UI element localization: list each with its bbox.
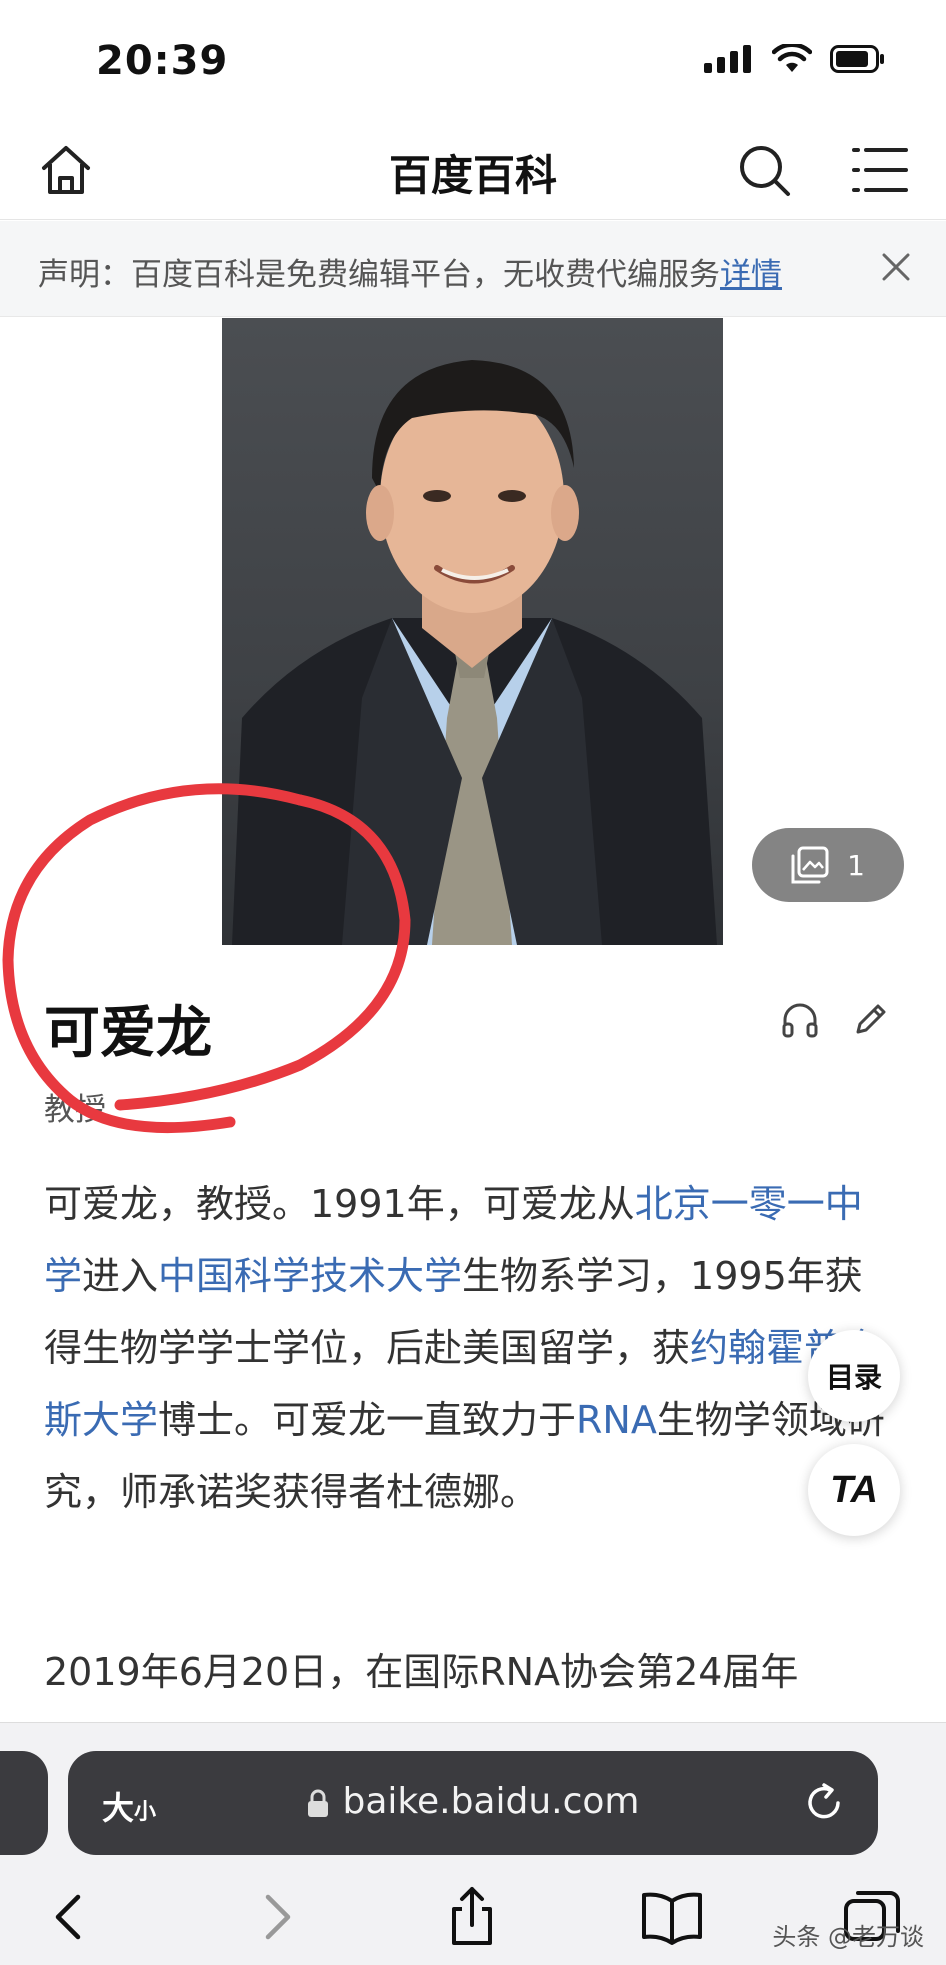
- disclaimer-text: 声明：百度百科是免费编辑平台，无收费代编服务详情: [38, 249, 782, 294]
- album-count: 1: [847, 848, 865, 882]
- app-header: 百度百科: [0, 120, 946, 220]
- entry-photo[interactable]: [222, 318, 723, 945]
- status-icons: [704, 44, 886, 74]
- portrait-image: [232, 360, 717, 945]
- back-icon[interactable]: [38, 1885, 102, 1949]
- url-display: baike.baidu.com: [68, 1781, 878, 1822]
- cellular-signal-icon: [704, 45, 751, 73]
- browser-bottom-bar: 大小 baike.baidu.com 头条 @老万谈: [0, 1722, 946, 1965]
- battery-icon: [830, 45, 884, 73]
- title-actions: [780, 1000, 890, 1040]
- inline-link[interactable]: RNA: [576, 1398, 657, 1442]
- album-button[interactable]: 1: [752, 828, 904, 902]
- details-link[interactable]: 详情: [720, 257, 782, 293]
- status-bar: 20:39: [0, 0, 946, 120]
- edit-pencil-icon[interactable]: [850, 1000, 890, 1040]
- reload-icon[interactable]: [800, 1779, 848, 1827]
- entry-subtitle: 教授: [44, 1092, 106, 1128]
- entry-title: 可爱龙: [44, 1001, 212, 1066]
- entry-paragraph-2: 2019年6月20日，在国际RNA协会第24届年: [44, 1650, 799, 1694]
- text-size-button[interactable]: TA: [808, 1444, 900, 1536]
- close-icon[interactable]: [874, 245, 918, 289]
- url-domain: baike.baidu.com: [342, 1781, 640, 1822]
- summary-text: 博士。可爱龙一直致力于: [158, 1398, 577, 1442]
- entry-summary: 可爱龙，教授。1991年，可爱龙从北京一零一中学进入中国科学技术大学生物系学习，…: [44, 1168, 890, 1528]
- disclaimer-banner: 声明：百度百科是免费编辑平台，无收费代编服务详情: [0, 221, 946, 317]
- app-title: 百度百科: [388, 151, 557, 200]
- status-time: 20:39: [96, 38, 229, 84]
- disclaimer-message: 声明：百度百科是免费编辑平台，无收费代编服务: [38, 257, 720, 293]
- gallery-icon: [791, 846, 829, 884]
- browser-toolbar: 头条 @老万谈: [0, 1873, 946, 1963]
- headphones-icon[interactable]: [780, 1000, 820, 1040]
- menu-icon[interactable]: [850, 140, 910, 200]
- share-icon[interactable]: [440, 1885, 504, 1949]
- summary-text: 可爱龙，教授。1991年，可爱龙从: [44, 1182, 635, 1226]
- toc-button[interactable]: 目录: [808, 1330, 900, 1422]
- watermark: 头条 @老万谈: [772, 1923, 924, 1951]
- search-icon[interactable]: [734, 140, 794, 200]
- wifi-icon: [772, 44, 812, 72]
- address-bar[interactable]: 大小 baike.baidu.com: [68, 1751, 878, 1855]
- forward-icon[interactable]: [244, 1885, 308, 1949]
- lock-icon: [307, 1789, 328, 1817]
- bookmarks-icon[interactable]: [640, 1885, 704, 1949]
- summary-text: 进入: [82, 1254, 159, 1298]
- previous-tab-peek[interactable]: [0, 1751, 48, 1855]
- inline-link[interactable]: 中国科学技术大学: [158, 1254, 462, 1298]
